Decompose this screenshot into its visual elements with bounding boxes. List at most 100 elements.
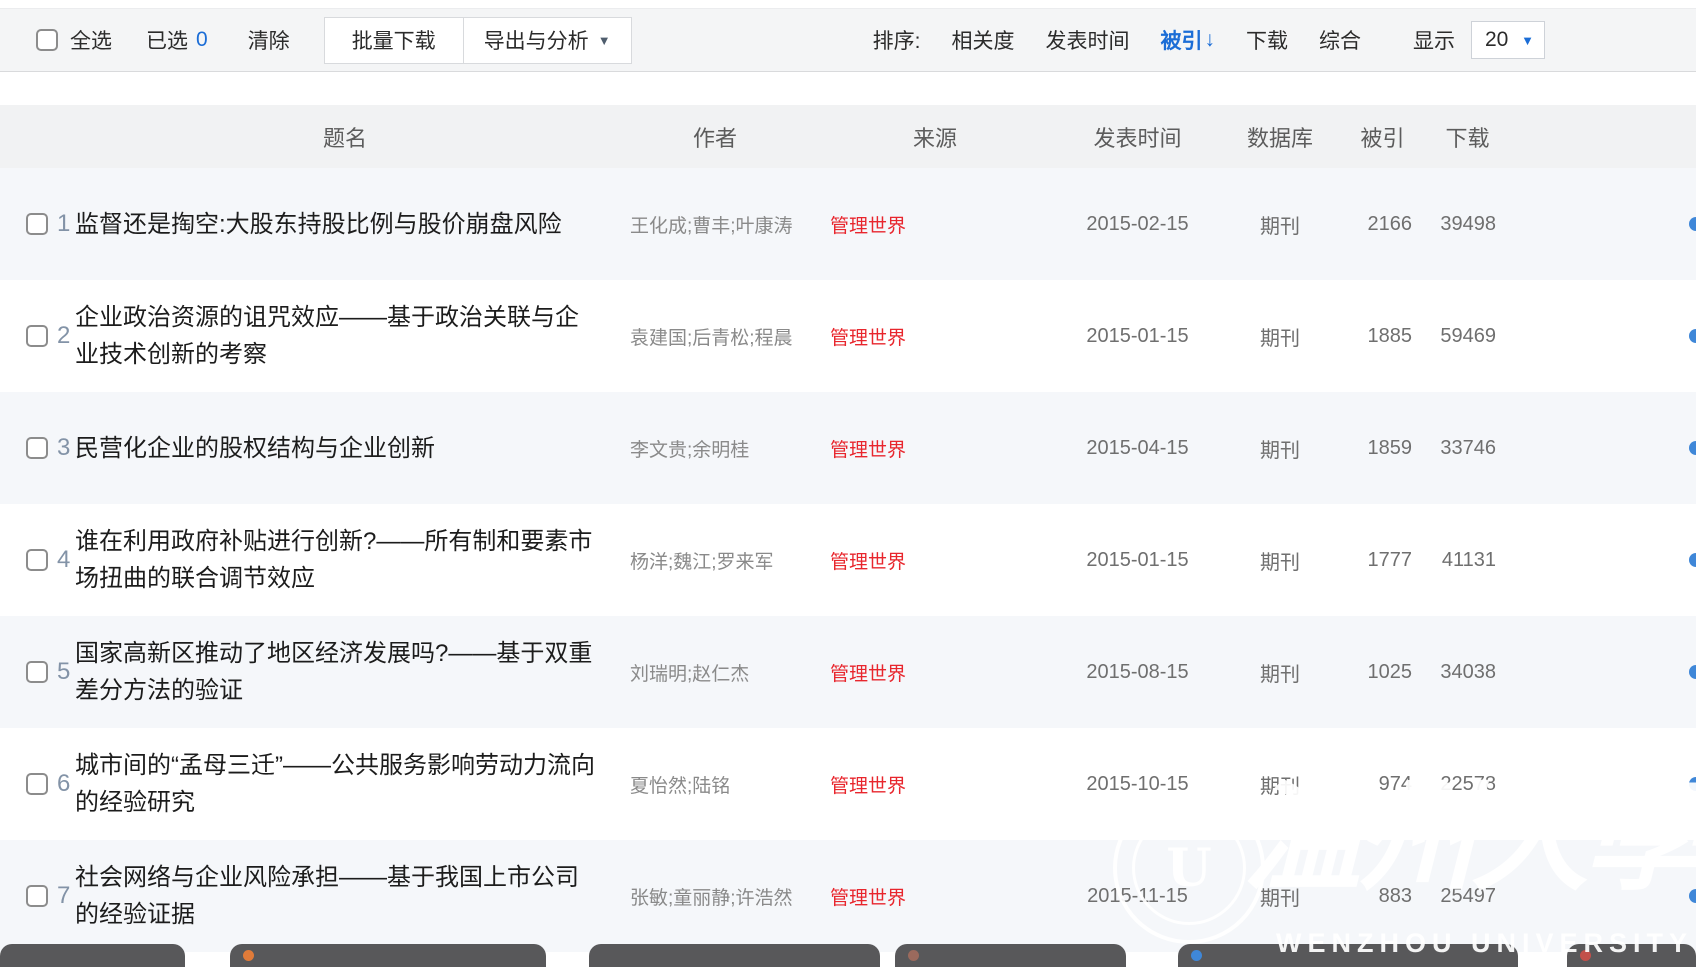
row-action-icon-fragment[interactable] xyxy=(1689,889,1696,903)
paper-source-link[interactable]: 管理世界 xyxy=(815,616,1055,728)
paper-title-link[interactable]: 监督还是掏空:大股东持股比例与股价崩盘风险 xyxy=(75,168,615,280)
paper-cited-count: 2166 xyxy=(1340,168,1425,280)
table-row: 4 谁在利用政府补贴进行创新?——所有制和要素市场扭曲的联合调节效应 杨洋;魏江… xyxy=(0,504,1696,616)
paper-authors-link[interactable]: 刘瑞明;赵仁杰 xyxy=(615,616,815,728)
paper-publish-date: 2015-01-15 xyxy=(1055,280,1220,392)
shelf-tab[interactable] xyxy=(0,944,185,967)
sort-option-cited[interactable]: 被引 ↓ xyxy=(1161,25,1216,55)
paper-publish-date: 2015-02-15 xyxy=(1055,168,1220,280)
row-checkbox[interactable] xyxy=(26,661,48,683)
paper-publish-date: 2015-01-15 xyxy=(1055,504,1220,616)
sort-label: 排序: xyxy=(873,25,921,55)
row-action-icon-fragment[interactable] xyxy=(1689,553,1696,567)
paper-source-link[interactable]: 管理世界 xyxy=(815,840,1055,952)
paper-download-count: 41131 xyxy=(1425,504,1510,616)
results-toolbar: 全选 已选 0 清除 批量下载 导出与分析 ▼ 排序: 相关度 发表时间 被引 … xyxy=(0,8,1696,72)
column-header-title: 题名 xyxy=(75,121,615,153)
paper-download-count: 34038 xyxy=(1425,616,1510,728)
selected-label: 已选 xyxy=(146,25,188,55)
sort-option-downloads[interactable]: 下载 xyxy=(1246,25,1288,55)
sort-option-comprehensive[interactable]: 综合 xyxy=(1319,25,1361,55)
paper-title-link[interactable]: 企业政治资源的诅咒效应——基于政治关联与企业技术创新的考察 xyxy=(75,280,615,392)
paper-cited-count: 1859 xyxy=(1340,392,1425,504)
paper-download-count: 59469 xyxy=(1425,280,1510,392)
select-all-label[interactable]: 全选 xyxy=(70,25,112,55)
column-header-database: 数据库 xyxy=(1220,121,1340,153)
paper-authors-link[interactable]: 李文贵;余明桂 xyxy=(615,392,815,504)
page-size-value: 20 xyxy=(1485,28,1508,52)
paper-source-link[interactable]: 管理世界 xyxy=(815,280,1055,392)
paper-cited-count: 1885 xyxy=(1340,280,1425,392)
select-all-checkbox[interactable] xyxy=(36,29,58,51)
paper-database: 期刊 xyxy=(1220,616,1340,728)
results-table: 题名 作者 来源 发表时间 数据库 被引 下载 1 监督还是掏空:大股东持股比例… xyxy=(0,105,1696,952)
paper-publish-date: 2015-11-15 xyxy=(1055,840,1220,952)
shelf-tab[interactable] xyxy=(895,944,1126,967)
paper-authors-link[interactable]: 王化成;曹丰;叶康涛 xyxy=(615,168,815,280)
paper-database: 期刊 xyxy=(1220,392,1340,504)
paper-database: 期刊 xyxy=(1220,840,1340,952)
paper-cited-count: 1025 xyxy=(1340,616,1425,728)
paper-source-link[interactable]: 管理世界 xyxy=(815,168,1055,280)
row-checkbox[interactable] xyxy=(26,885,48,907)
batch-download-button[interactable]: 批量下载 xyxy=(324,17,464,64)
page-size-select[interactable]: 20 ▼ xyxy=(1471,21,1545,59)
favicon-dot-icon xyxy=(1191,950,1202,961)
row-checkbox[interactable] xyxy=(26,325,48,347)
row-checkbox[interactable] xyxy=(26,773,48,795)
shelf-tab[interactable] xyxy=(1178,944,1518,967)
paper-title-link[interactable]: 国家高新区推动了地区经济发展吗?——基于双重差分方法的验证 xyxy=(75,616,615,728)
shelf-tab[interactable] xyxy=(589,944,880,967)
row-checkbox[interactable] xyxy=(26,437,48,459)
column-header-downloads: 下载 xyxy=(1425,121,1510,153)
table-row: 6 城市间的“孟母三迁”——公共服务影响劳动力流向的经验研究 夏怡然;陆铭 管理… xyxy=(0,728,1696,840)
paper-authors-link[interactable]: 夏怡然;陆铭 xyxy=(615,728,815,840)
paper-authors-link[interactable]: 袁建国;后青松;程晨 xyxy=(615,280,815,392)
row-checkbox[interactable] xyxy=(26,213,48,235)
row-action-icon-fragment[interactable] xyxy=(1689,777,1696,791)
paper-authors-link[interactable]: 张敏;童丽静;许浩然 xyxy=(615,840,815,952)
row-action-icon-fragment[interactable] xyxy=(1689,217,1696,231)
sort-option-publish-date[interactable]: 发表时间 xyxy=(1046,25,1130,55)
row-index: 3 xyxy=(57,434,70,462)
table-row: 7 社会网络与企业风险承担——基于我国上市公司的经验证据 张敏;童丽静;许浩然 … xyxy=(0,840,1696,952)
table-row: 2 企业政治资源的诅咒效应——基于政治关联与企业技术创新的考察 袁建国;后青松;… xyxy=(0,280,1696,392)
paper-cited-count: 883 xyxy=(1340,840,1425,952)
chevron-down-icon: ▼ xyxy=(598,33,611,48)
paper-publish-date: 2015-10-15 xyxy=(1055,728,1220,840)
paper-cited-count: 974 xyxy=(1340,728,1425,840)
sort-desc-arrow-icon: ↓ xyxy=(1205,28,1216,52)
paper-download-count: 22578 xyxy=(1425,728,1510,840)
favicon-dot-icon xyxy=(908,950,919,961)
row-checkbox[interactable] xyxy=(26,549,48,571)
paper-source-link[interactable]: 管理世界 xyxy=(815,504,1055,616)
shelf-tab[interactable] xyxy=(230,944,546,967)
chevron-down-icon: ▼ xyxy=(1521,33,1534,48)
favicon-dot-icon xyxy=(1580,950,1591,961)
row-index: 7 xyxy=(57,882,70,910)
shelf-tab[interactable] xyxy=(1567,944,1696,967)
paper-database: 期刊 xyxy=(1220,280,1340,392)
row-action-icon-fragment[interactable] xyxy=(1689,441,1696,455)
page-size-group: 显示 20 ▼ xyxy=(1413,21,1545,59)
export-analyze-button[interactable]: 导出与分析 ▼ xyxy=(464,17,632,64)
paper-database: 期刊 xyxy=(1220,728,1340,840)
clear-selection-button[interactable]: 清除 xyxy=(248,25,290,55)
paper-title-link[interactable]: 城市间的“孟母三迁”——公共服务影响劳动力流向的经验研究 xyxy=(75,728,615,840)
paper-title-link[interactable]: 民营化企业的股权结构与企业创新 xyxy=(75,392,615,504)
favicon-dot-icon xyxy=(243,950,254,961)
row-index: 5 xyxy=(57,658,70,686)
row-action-icon-fragment[interactable] xyxy=(1689,665,1696,679)
paper-source-link[interactable]: 管理世界 xyxy=(815,728,1055,840)
row-action-icon-fragment[interactable] xyxy=(1689,329,1696,343)
paper-publish-date: 2015-08-15 xyxy=(1055,616,1220,728)
paper-source-link[interactable]: 管理世界 xyxy=(815,392,1055,504)
row-index: 4 xyxy=(57,546,70,574)
table-row: 1 监督还是掏空:大股东持股比例与股价崩盘风险 王化成;曹丰;叶康涛 管理世界 … xyxy=(0,168,1696,280)
paper-title-link[interactable]: 谁在利用政府补贴进行创新?——所有制和要素市场扭曲的联合调节效应 xyxy=(75,504,615,616)
sort-option-relevance[interactable]: 相关度 xyxy=(952,25,1015,55)
paper-authors-link[interactable]: 杨洋;魏江;罗来军 xyxy=(615,504,815,616)
row-index: 2 xyxy=(57,322,70,350)
paper-title-link[interactable]: 社会网络与企业风险承担——基于我国上市公司的经验证据 xyxy=(75,840,615,952)
column-header-cited: 被引 xyxy=(1340,121,1425,153)
